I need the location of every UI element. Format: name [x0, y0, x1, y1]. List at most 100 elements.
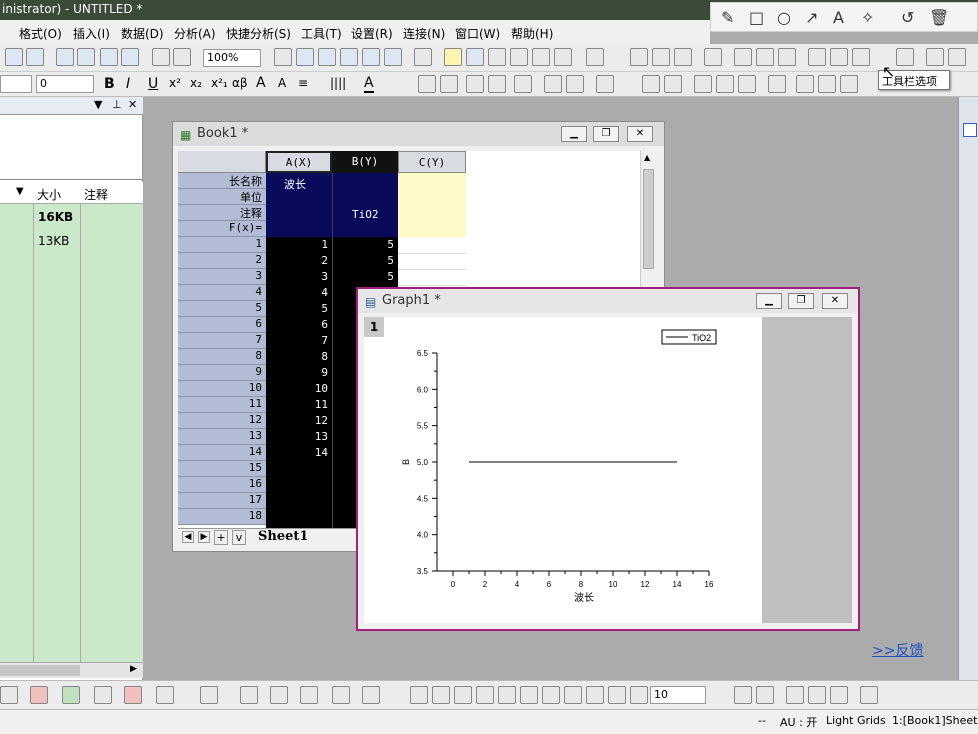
row-number[interactable]: 11	[178, 397, 266, 413]
function-icon[interactable]	[384, 48, 402, 66]
back-icon[interactable]	[630, 686, 648, 704]
move-down-icon[interactable]	[488, 75, 506, 93]
cell-a[interactable]: 8	[266, 350, 328, 363]
row-number[interactable]: 13	[178, 429, 266, 445]
clear-worksheet-icon[interactable]	[694, 75, 712, 93]
column-size[interactable]: 大小	[37, 186, 61, 203]
increase-font-icon[interactable]: A	[256, 75, 266, 91]
peak-icon[interactable]	[896, 48, 914, 66]
undo-toolbar-icon[interactable]	[596, 75, 614, 93]
line-style-icon[interactable]	[30, 686, 48, 704]
grid-icon[interactable]	[300, 686, 318, 704]
face-icon[interactable]	[734, 686, 752, 704]
align-left-icon[interactable]	[410, 686, 428, 704]
restore-button[interactable]: ❐	[593, 126, 619, 142]
worksheet-icon[interactable]	[642, 75, 660, 93]
next-sheet-icon[interactable]: ▶	[198, 531, 210, 543]
status-grids[interactable]: Light Grids	[826, 714, 886, 727]
set-values-icon[interactable]	[704, 48, 722, 66]
super-sub-icon[interactable]: x²₁	[211, 76, 228, 90]
minimize-button[interactable]: ▁	[756, 293, 782, 309]
row-number[interactable]: 7	[178, 333, 266, 349]
align-top-icon[interactable]	[454, 686, 472, 704]
italic-icon[interactable]: I	[126, 76, 130, 92]
cell-a[interactable]: 12	[266, 414, 328, 427]
pin-icon[interactable]	[566, 75, 584, 93]
row-number[interactable]: 1	[178, 237, 266, 253]
menu-quick-analysis[interactable]: 快捷分析(S)	[226, 25, 291, 42]
menu-settings[interactable]: 设置(R)	[351, 25, 393, 42]
row-number[interactable]: 12	[178, 413, 266, 429]
menu-analysis[interactable]: 分析(A)	[174, 25, 216, 42]
row-number[interactable]: 16	[178, 477, 266, 493]
cell-a[interactable]: 3	[266, 270, 328, 283]
project-explorer-icon[interactable]	[414, 48, 432, 66]
pin-icon[interactable]: ⊥	[112, 98, 122, 111]
arrange-icon[interactable]	[860, 686, 878, 704]
trapezoid-icon[interactable]	[498, 686, 516, 704]
close-button[interactable]: ✕	[822, 293, 848, 309]
refresh-icon[interactable]	[296, 48, 314, 66]
lock-icon[interactable]	[173, 48, 191, 66]
cell-a[interactable]: 13	[266, 430, 328, 443]
trash-icon[interactable]: 🗑	[929, 8, 949, 27]
meta-row-label[interactable]: 长名称	[178, 173, 266, 189]
delete-column-icon[interactable]	[738, 75, 756, 93]
import-icon[interactable]	[796, 75, 814, 93]
copy-icon[interactable]	[768, 75, 786, 93]
magic-wand-icon[interactable]: ✧	[861, 8, 874, 27]
error-bar-icon[interactable]	[124, 686, 142, 704]
spread-icon[interactable]	[830, 686, 848, 704]
meta-row-label[interactable]: F(x)=	[178, 221, 266, 237]
text-icon[interactable]: A	[833, 8, 844, 27]
rectangle-icon[interactable]: □	[749, 8, 764, 27]
size-select[interactable]: 10	[650, 686, 706, 704]
cell-b[interactable]: 5	[332, 270, 394, 283]
filter-options-icon[interactable]	[852, 48, 870, 66]
align-right-icon[interactable]	[432, 686, 450, 704]
move-left-icon[interactable]	[418, 75, 436, 93]
first-sheet-icon[interactable]: ◀	[182, 531, 194, 543]
circle-icon[interactable]: ○	[777, 8, 791, 27]
cell-b[interactable]: 5	[332, 238, 394, 251]
row-number[interactable]: 17	[178, 493, 266, 509]
shade-icon[interactable]	[362, 686, 380, 704]
sort-icon[interactable]: ▼	[16, 186, 24, 197]
meta-row-label[interactable]: 注释	[178, 205, 266, 221]
row-number[interactable]: 9	[178, 365, 266, 381]
group-icon[interactable]	[564, 686, 582, 704]
save-icon[interactable]	[100, 48, 118, 66]
cell-b[interactable]: 5	[332, 254, 394, 267]
menu-tools[interactable]: 工具(T)	[301, 25, 342, 42]
plot-type-icon[interactable]	[156, 686, 174, 704]
corner-cell[interactable]	[178, 151, 266, 173]
symbol-icon[interactable]	[94, 686, 112, 704]
row-number[interactable]: 8	[178, 349, 266, 365]
inverted-trapezoid-icon[interactable]	[520, 686, 538, 704]
delete-row-icon[interactable]	[716, 75, 734, 93]
menu-help[interactable]: 帮助(H)	[511, 25, 553, 42]
code-builder-icon[interactable]	[510, 48, 528, 66]
pattern-icon[interactable]	[0, 686, 18, 704]
table-grid-icon[interactable]	[332, 686, 350, 704]
sheet-list-icon[interactable]: v	[232, 530, 246, 545]
row-number[interactable]: 2	[178, 253, 266, 269]
recalculate-icon[interactable]	[152, 48, 170, 66]
duplicate-icon[interactable]	[318, 48, 336, 66]
pencil-icon[interactable]: ✎	[721, 8, 734, 27]
row-number[interactable]: 6	[178, 317, 266, 333]
font-select[interactable]	[0, 75, 32, 93]
greek-icon[interactable]: αβ	[232, 76, 248, 90]
long-name-cell[interactable]: 波长	[284, 176, 306, 192]
row-number[interactable]: 14	[178, 445, 266, 461]
command-window-icon[interactable]	[488, 48, 506, 66]
console-icon[interactable]	[532, 48, 550, 66]
underline-icon[interactable]: U	[148, 76, 158, 92]
face-alt-icon[interactable]	[756, 686, 774, 704]
menu-data[interactable]: 数据(D)	[121, 25, 164, 42]
3d-rotate-icon[interactable]	[270, 686, 288, 704]
stack-icon[interactable]	[542, 686, 560, 704]
delete-x-icon[interactable]	[926, 48, 944, 66]
file-size[interactable]: 13KB	[38, 234, 69, 248]
new-book-icon[interactable]	[26, 48, 44, 66]
